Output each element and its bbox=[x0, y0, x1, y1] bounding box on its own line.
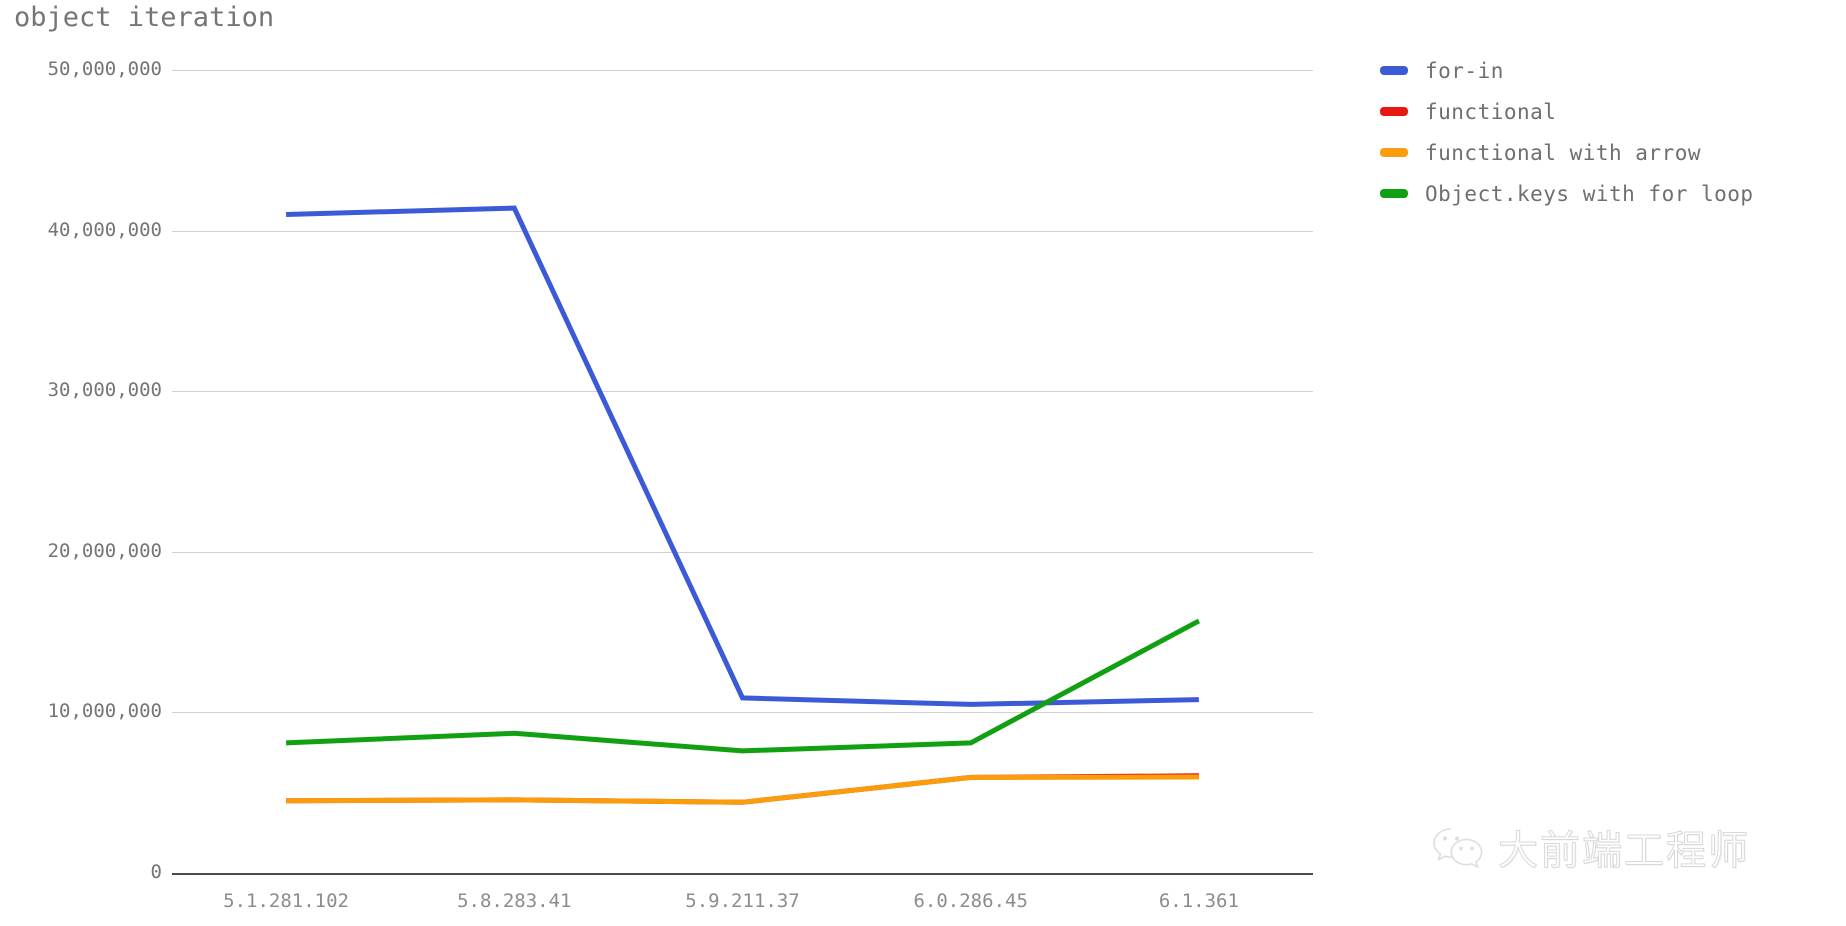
wechat-icon bbox=[1433, 828, 1483, 869]
legend-item[interactable]: for-in bbox=[1380, 50, 1846, 91]
legend-swatch-icon bbox=[1380, 66, 1408, 75]
legend-item-label: functional with arrow bbox=[1425, 140, 1702, 165]
legend-swatch-icon bbox=[1380, 148, 1408, 157]
legend-item[interactable]: Object.keys with for loop bbox=[1380, 173, 1846, 214]
series-lines bbox=[285, 205, 1201, 805]
legend-item-label: Object.keys with for loop bbox=[1425, 181, 1754, 206]
series-line bbox=[285, 618, 1201, 754]
legend-item[interactable]: functional bbox=[1380, 91, 1846, 132]
plot-area: 0 10,000,000 20,000,000 30,000,000 40,000,00… bbox=[0, 0, 1340, 926]
watermark-text: 大前端工程师 bbox=[1498, 828, 1750, 875]
legend-item[interactable]: functional with arrow bbox=[1380, 132, 1846, 173]
legend: for-in functional functional with arrow Obj… bbox=[1380, 50, 1846, 214]
legend-swatch-icon bbox=[1380, 189, 1408, 198]
series-line bbox=[286, 774, 1199, 805]
legend-swatch-icon bbox=[1380, 107, 1408, 116]
legend-item-label: functional bbox=[1425, 99, 1557, 124]
series-line bbox=[286, 205, 1199, 707]
chart-page: object iteration 0 10,000,000 20,000,000 30… bbox=[0, 0, 1846, 926]
watermark: 大前端工程师 bbox=[1432, 818, 1750, 876]
legend-item-label: for-in bbox=[1425, 58, 1504, 83]
